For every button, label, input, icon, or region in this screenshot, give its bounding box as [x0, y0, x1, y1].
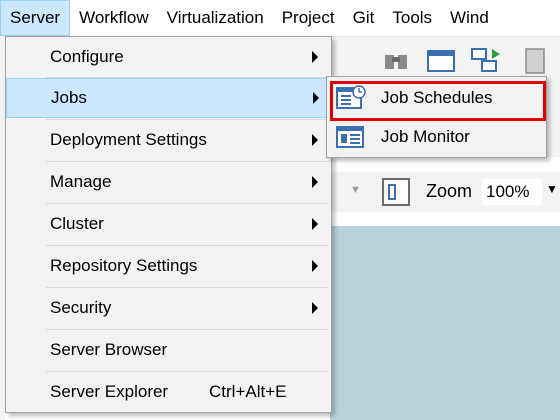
- menu-item-repository-settings[interactable]: Repository Settings: [6, 246, 331, 286]
- zoom-toolbar: ▼ Zoom 100% ▼: [330, 172, 560, 212]
- menu-bar: Server Workflow Virtualization Project G…: [0, 0, 560, 37]
- zoom-fit-icon[interactable]: [382, 178, 410, 206]
- menu-server[interactable]: Server: [0, 0, 71, 36]
- submenu-arrow-icon: [312, 218, 318, 230]
- menu-item-label: Deployment Settings: [50, 130, 207, 149]
- deploy-icon[interactable]: [470, 47, 502, 75]
- menu-window[interactable]: Wind: [441, 0, 498, 36]
- menu-item-label: Security: [50, 298, 112, 317]
- menu-item-manage[interactable]: Manage: [6, 162, 331, 202]
- menu-item-jobs[interactable]: Jobs: [6, 78, 331, 118]
- submenu-item-label: Job Monitor: [381, 127, 470, 146]
- menu-item-label: Configure: [50, 47, 124, 66]
- menu-project[interactable]: Project: [273, 0, 344, 36]
- server-icon[interactable]: [520, 47, 550, 75]
- job-monitor-icon: [336, 126, 364, 148]
- annotation-highlight-box: [330, 81, 546, 121]
- window-icon[interactable]: [426, 47, 456, 73]
- submenu-arrow-icon: [313, 92, 319, 104]
- menu-item-shortcut: Ctrl+Alt+E: [209, 382, 287, 401]
- toolbar-dropdown-arrow-icon[interactable]: ▼: [350, 184, 361, 196]
- submenu-item-job-monitor[interactable]: Job Monitor: [327, 117, 546, 155]
- submenu-arrow-icon: [312, 51, 318, 63]
- workspace-canvas[interactable]: [330, 226, 560, 420]
- menu-item-label: Server Explorer: [50, 382, 169, 401]
- menu-item-server-explorer[interactable]: Server Explorer Ctrl+Alt+E: [6, 372, 331, 412]
- menu-item-deployment-settings[interactable]: Deployment Settings: [6, 120, 331, 160]
- menu-item-label: Manage: [50, 172, 112, 191]
- zoom-label: Zoom: [426, 181, 473, 201]
- server-menu-dropdown: Configure Jobs Deployment Settings Manag…: [5, 36, 332, 413]
- chevron-down-icon[interactable]: ▼: [546, 182, 558, 196]
- submenu-arrow-icon: [312, 176, 318, 188]
- binoculars-icon[interactable]: [382, 49, 410, 73]
- menu-tools[interactable]: Tools: [383, 0, 441, 36]
- menu-git[interactable]: Git: [344, 0, 384, 36]
- submenu-arrow-icon: [312, 302, 318, 314]
- menu-item-configure[interactable]: Configure: [6, 37, 331, 77]
- menu-item-label: Jobs: [51, 88, 87, 107]
- menu-virtualization[interactable]: Virtualization: [158, 0, 273, 36]
- menu-item-server-browser[interactable]: Server Browser: [6, 330, 331, 370]
- menu-item-label: Server Browser: [50, 340, 168, 359]
- submenu-arrow-icon: [312, 134, 318, 146]
- menu-workflow[interactable]: Workflow: [70, 0, 158, 36]
- zoom-select[interactable]: 100%: [482, 179, 542, 205]
- menu-item-security[interactable]: Security: [6, 288, 331, 328]
- menu-item-label: Cluster: [50, 214, 104, 233]
- menu-item-label: Repository Settings: [50, 256, 198, 275]
- submenu-arrow-icon: [312, 260, 318, 272]
- menu-item-cluster[interactable]: Cluster: [6, 204, 331, 244]
